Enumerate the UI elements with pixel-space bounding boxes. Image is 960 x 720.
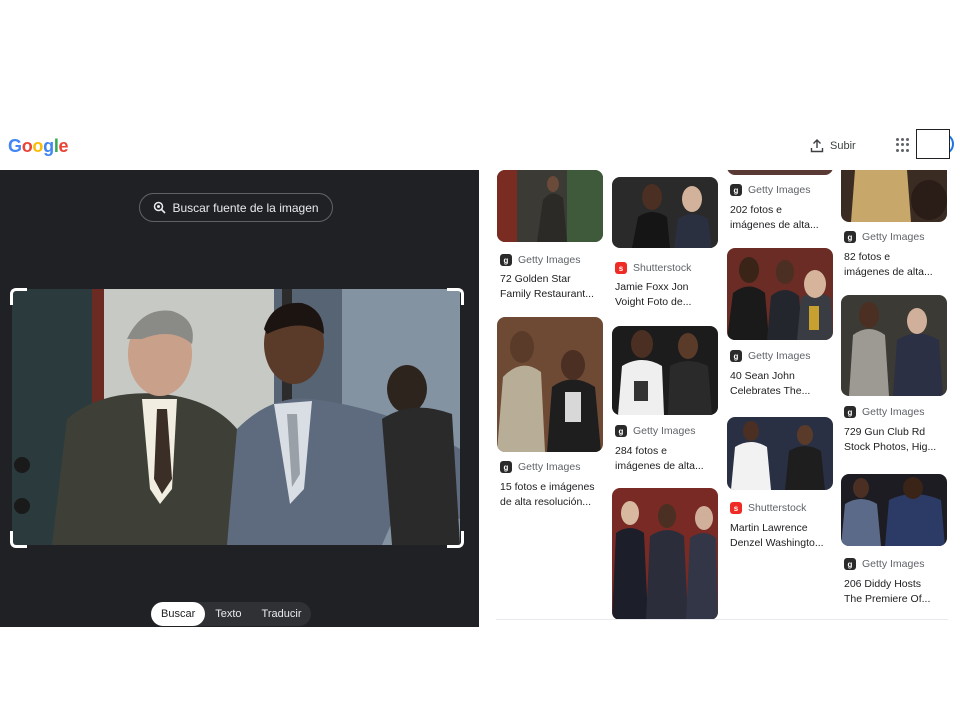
google-logo[interactable]: Google: [8, 136, 69, 157]
result-source-name: Getty Images: [862, 231, 925, 243]
getty-images-icon: g: [844, 558, 856, 570]
result-title-line: 206 Diddy Hosts: [844, 578, 922, 590]
result-title-line: 40 Sean John: [730, 370, 795, 382]
upload-label: Subir: [830, 140, 856, 152]
result-thumbnail[interactable]: [727, 170, 833, 175]
result-source[interactable]: g Getty Images: [730, 350, 810, 362]
crop-handle-bottom-left[interactable]: [10, 531, 27, 548]
logo-letter: o: [21, 136, 33, 156]
result-source-name: Shutterstock: [633, 262, 692, 274]
result-title[interactable]: 15 fotos e imágenes de alta resolución..…: [500, 480, 608, 510]
result-title-line: 82 fotos e: [844, 251, 891, 263]
mode-tab-search[interactable]: Buscar: [151, 602, 206, 626]
result-title-line: Celebrates The...: [730, 385, 811, 397]
result-title-line: Stock Photos, Hig...: [844, 441, 937, 453]
result-title-line: 72 Golden Star: [500, 273, 571, 285]
shutterstock-icon: s: [615, 262, 627, 274]
result-source-name: Getty Images: [862, 558, 925, 570]
result-thumbnail[interactable]: [727, 417, 833, 490]
getty-images-icon: g: [615, 425, 627, 437]
lens-image-panel: Buscar fuente de la imagen Buscar Texto …: [0, 170, 479, 627]
logo-letter: g: [43, 136, 54, 156]
getty-images-icon: g: [500, 461, 512, 473]
crop-handle-bottom-right[interactable]: [447, 531, 464, 548]
mode-tab-text[interactable]: Texto: [205, 602, 251, 626]
result-source-name: Getty Images: [862, 406, 925, 418]
lens-mode-switcher: Buscar Texto Traducir: [151, 602, 312, 626]
getty-images-icon: g: [730, 184, 742, 196]
find-image-source-button[interactable]: Buscar fuente de la imagen: [139, 193, 333, 222]
result-source[interactable]: s Shutterstock: [730, 502, 806, 514]
result-thumbnail[interactable]: [841, 295, 947, 396]
upload-icon: [810, 139, 824, 153]
mode-tab-translate[interactable]: Traducir: [252, 602, 312, 626]
getty-images-icon: g: [844, 231, 856, 243]
getty-images-icon: g: [500, 254, 512, 266]
getty-images-icon: g: [730, 350, 742, 362]
result-thumbnail[interactable]: [612, 177, 718, 248]
result-title[interactable]: 82 fotos e imágenes de alta...: [844, 250, 952, 280]
result-title-line: de alta resolución...: [500, 496, 592, 508]
result-source[interactable]: s Shutterstock: [615, 262, 691, 274]
result-title-line: imágenes de alta...: [615, 460, 704, 472]
result-thumbnail[interactable]: [612, 488, 718, 620]
result-title[interactable]: 40 Sean John Celebrates The...: [730, 369, 838, 399]
result-title-line: Family Restaurant...: [500, 288, 594, 300]
apps-grid-icon[interactable]: [896, 138, 910, 152]
result-source-name: Getty Images: [748, 350, 811, 362]
result-title-line: 15 fotos e imágenes: [500, 481, 595, 493]
result-source[interactable]: g Getty Images: [844, 231, 924, 243]
lens-search-icon: [154, 201, 167, 214]
logo-letter: o: [32, 136, 44, 156]
result-title-line: Voight Foto de...: [615, 296, 692, 308]
result-thumbnail[interactable]: [841, 170, 947, 222]
result-thumbnail[interactable]: [727, 248, 833, 340]
result-title-line: 202 fotos e: [730, 204, 782, 216]
query-photo[interactable]: [12, 289, 460, 545]
result-source[interactable]: g Getty Images: [500, 461, 580, 473]
result-title-line: 284 fotos e: [615, 445, 667, 457]
find-image-source-label: Buscar fuente de la imagen: [172, 200, 319, 215]
results-divider: [496, 619, 948, 620]
result-source-name: Getty Images: [633, 425, 696, 437]
result-source-name: Getty Images: [518, 461, 581, 473]
result-source-name: Getty Images: [518, 254, 581, 266]
result-source[interactable]: g Getty Images: [730, 184, 810, 196]
result-thumbnail[interactable]: [612, 326, 718, 415]
result-title[interactable]: 72 Golden Star Family Restaurant...: [500, 272, 608, 302]
shutterstock-icon: s: [730, 502, 742, 514]
visual-matches-grid: g Getty Images 72 Golden Star Family Res…: [479, 170, 960, 627]
result-title-line: Denzel Washingto...: [730, 537, 824, 549]
getty-images-icon: g: [844, 406, 856, 418]
result-title-line: The Premiere Of...: [844, 593, 931, 605]
crop-handle-top-right[interactable]: [447, 288, 464, 305]
result-title[interactable]: Martin Lawrence Denzel Washingto...: [730, 521, 838, 551]
result-source[interactable]: g Getty Images: [844, 558, 924, 570]
result-source[interactable]: g Getty Images: [500, 254, 580, 266]
avatar[interactable]: [916, 129, 950, 159]
crop-handle-top-left[interactable]: [10, 288, 27, 305]
logo-letter: G: [8, 136, 22, 156]
result-source-name: Shutterstock: [748, 502, 807, 514]
result-source[interactable]: g Getty Images: [615, 425, 695, 437]
result-source-name: Getty Images: [748, 184, 811, 196]
logo-letter: e: [58, 136, 69, 156]
result-title-line: imágenes de alta...: [844, 266, 933, 278]
result-thumbnail[interactable]: [497, 170, 603, 242]
result-title-line: Martin Lawrence: [730, 522, 808, 534]
result-thumbnail[interactable]: [497, 317, 603, 452]
result-title-line: 729 Gun Club Rd: [844, 426, 926, 438]
result-title[interactable]: 729 Gun Club Rd Stock Photos, Hig...: [844, 425, 952, 455]
result-title-line: imágenes de alta...: [730, 219, 819, 231]
result-title[interactable]: Jamie Foxx Jon Voight Foto de...: [615, 280, 723, 310]
result-source[interactable]: g Getty Images: [844, 406, 924, 418]
upload-button[interactable]: Subir: [810, 136, 856, 156]
top-bar: Google Subir: [0, 126, 960, 170]
result-title[interactable]: 206 Diddy Hosts The Premiere Of...: [844, 577, 952, 607]
result-title-line: Jamie Foxx Jon: [615, 281, 689, 293]
result-thumbnail[interactable]: [841, 474, 947, 546]
result-title[interactable]: 202 fotos e imágenes de alta...: [730, 203, 838, 233]
result-title[interactable]: 284 fotos e imágenes de alta...: [615, 444, 723, 474]
